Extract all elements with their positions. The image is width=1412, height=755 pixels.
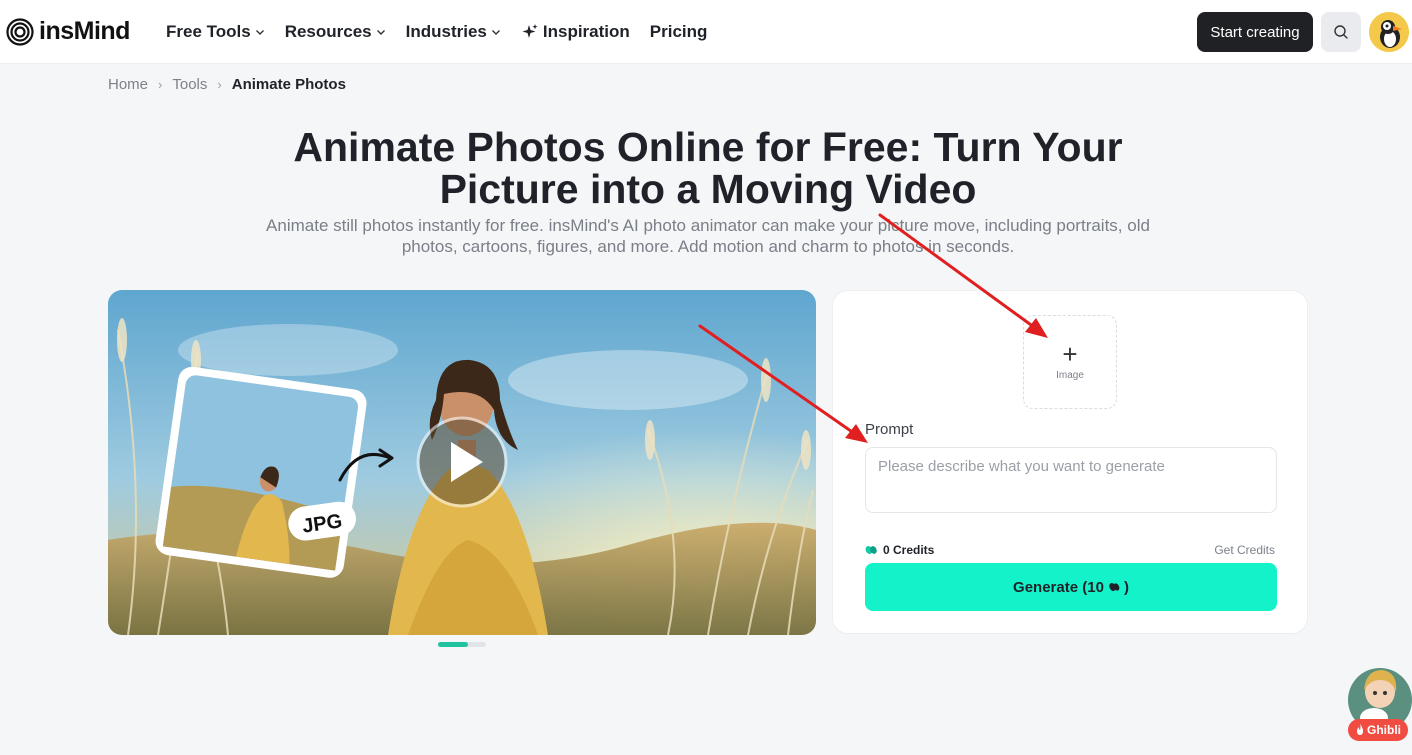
credits-text: 0 Credits (883, 543, 935, 557)
site-header: insMind Free Tools Resources Industries … (0, 0, 1412, 64)
nav-industries[interactable]: Industries (406, 22, 501, 42)
breadcrumb-tools[interactable]: Tools (172, 76, 207, 93)
nav-label: Inspiration (542, 22, 630, 41)
start-creating-button[interactable]: Start creating (1197, 12, 1313, 52)
generate-label: Generate (10 (1013, 578, 1104, 596)
breadcrumb: Home › Tools › Animate Photos (108, 76, 346, 93)
chevron-right-icon: › (158, 77, 163, 92)
breadcrumb-home[interactable]: Home (108, 76, 148, 93)
user-avatar[interactable] (1369, 12, 1409, 52)
generator-panel: + Image Prompt Please describe what you … (832, 290, 1308, 634)
nav-pricing[interactable]: Pricing (650, 22, 708, 42)
nav-label: Resources (284, 22, 372, 41)
chevron-down-icon (255, 30, 264, 35)
bean-icon (865, 545, 877, 555)
page-title: Animate Photos Online for Free: Turn You… (200, 126, 1216, 210)
prompt-label: Prompt (865, 421, 914, 438)
main-nav: Free Tools Resources Industries Inspirat… (166, 0, 727, 64)
brand-name: insMind (39, 17, 130, 45)
chevron-right-icon: › (217, 77, 222, 92)
logo-icon (6, 17, 34, 46)
subtitle-line-1: Animate still photos instantly for free.… (266, 216, 1150, 235)
chevron-down-icon (491, 30, 500, 35)
carousel-indicator-active (438, 642, 468, 647)
sparkle-icon (522, 24, 538, 38)
title-line-2: Picture into a Moving Video (439, 166, 977, 212)
search-button[interactable] (1321, 12, 1361, 52)
fire-icon (1357, 724, 1363, 735)
nav-resources[interactable]: Resources (285, 22, 386, 42)
carousel-indicator[interactable] (438, 642, 486, 647)
generate-button[interactable]: Generate (10 ) (865, 563, 1277, 611)
title-line-1: Animate Photos Online for Free: Turn You… (293, 124, 1123, 170)
search-icon (1334, 25, 1348, 39)
chevron-down-icon (376, 30, 385, 35)
nav-label: Industries (405, 22, 487, 41)
nav-label: Free Tools (166, 22, 251, 41)
upload-label: Image (1056, 369, 1084, 381)
nav-inspiration[interactable]: Inspiration (521, 22, 630, 42)
demo-illustration: JPG (108, 290, 816, 635)
ghibli-badge[interactable]: Ghibli (1348, 719, 1408, 741)
nav-free-tools[interactable]: Free Tools (166, 22, 265, 42)
ghibli-badge-label: Ghibli (1367, 723, 1401, 737)
prompt-input[interactable]: Please describe what you want to generat… (865, 447, 1277, 513)
page-subtitle: Animate still photos instantly for free.… (240, 215, 1176, 257)
nav-label: Pricing (649, 22, 708, 41)
puffin-avatar-icon (1369, 12, 1409, 52)
subtitle-line-2: photos, cartoons, figures, and more. Add… (401, 237, 1015, 256)
bean-icon (1109, 582, 1120, 592)
demo-preview[interactable]: JPG (108, 290, 816, 635)
generate-suffix: ) (1123, 578, 1129, 596)
get-credits-link[interactable]: Get Credits (1214, 543, 1275, 557)
credits-display: 0 Credits (865, 543, 934, 557)
breadcrumb-current: Animate Photos (231, 76, 346, 93)
brand-logo[interactable]: insMind (6, 17, 130, 46)
image-upload-button[interactable]: + Image (1023, 315, 1117, 409)
plus-icon: + (1062, 338, 1078, 369)
